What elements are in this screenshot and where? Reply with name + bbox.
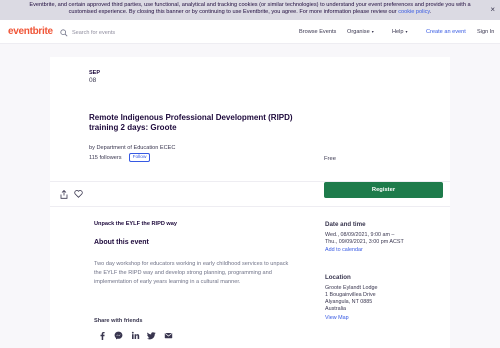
date-end: Thu., 09/09/2021, 3:00 pm ACST [325,239,404,245]
cookie-policy-link[interactable]: cookie policy [398,9,430,15]
date-time-heading: Date and time [325,221,366,228]
email-icon[interactable] [164,331,173,340]
cookie-banner: Eventbrite, and certain approved third p… [0,0,500,20]
follow-button[interactable]: Follow [129,153,150,162]
location-venue: Groote Eylandt Lodge [325,285,378,291]
cookie-text-prefix: customised experience. By closing this b… [68,9,397,15]
location-country: Australia [325,306,346,312]
location-street: 1 Bougainvillea Drive [325,292,376,298]
facebook-icon[interactable] [98,331,107,340]
event-summary: Unpack the EYLF the RIPD way [94,221,177,227]
cookie-text-suffix: . [429,9,432,15]
about-description: Two day workshop for educators working i… [94,261,289,285]
nav-organise[interactable]: Organise ▾ [347,28,374,36]
event-price: Free [324,156,336,162]
date-start: Wed., 08/09/2021, 9:00 am – [325,232,395,238]
eventbrite-logo[interactable]: eventbrite [8,26,53,37]
chevron-down-icon: ▾ [405,29,408,34]
view-map-link[interactable]: View Map [325,315,349,321]
search-icon [60,29,68,37]
location-heading: Location [325,274,351,281]
nav-help[interactable]: Help ▾ [392,28,408,36]
share-icon[interactable] [60,190,68,199]
create-event-link[interactable]: Create an event [426,28,466,36]
search-bar[interactable] [60,28,192,38]
action-bar: Register [50,181,450,207]
close-icon[interactable]: × [490,6,495,14]
event-card: SEP 08 Remote Indigenous Professional De… [50,57,450,348]
top-navigation: eventbrite Browse Events Organise▾ Help▾… [0,20,500,44]
about-heading: About this event [94,239,149,246]
nav-browse-events[interactable]: Browse Events [299,28,336,36]
heart-icon[interactable] [74,190,83,198]
cookie-text-line2: customised experience. By closing this b… [0,9,500,16]
nav-organise-label: Organise [347,29,370,35]
messenger-icon[interactable] [114,331,123,340]
twitter-icon[interactable] [147,331,156,340]
add-to-calendar-link[interactable]: Add to calendar [325,247,363,253]
nav-help-label: Help [392,29,404,35]
event-month: SEP [89,70,101,76]
search-input[interactable] [72,30,192,36]
sign-in-link[interactable]: Sign In [477,28,494,36]
share-heading: Share with friends [94,318,143,324]
organizer-name[interactable]: by Department of Education ECEC [89,145,175,151]
location-city: Alyangula, NT 0885 [325,299,373,305]
chevron-down-icon: ▾ [371,29,374,34]
event-hero: SEP 08 Remote Indigenous Professional De… [50,57,450,181]
event-title: Remote Indigenous Professional Developme… [89,113,293,132]
follower-count: 115 followers [89,155,122,161]
linkedin-icon[interactable] [131,331,140,340]
event-day: 08 [89,77,97,84]
cookie-text-line1: Eventbrite, and certain approved third p… [29,2,471,8]
register-button[interactable]: Register [324,182,443,198]
